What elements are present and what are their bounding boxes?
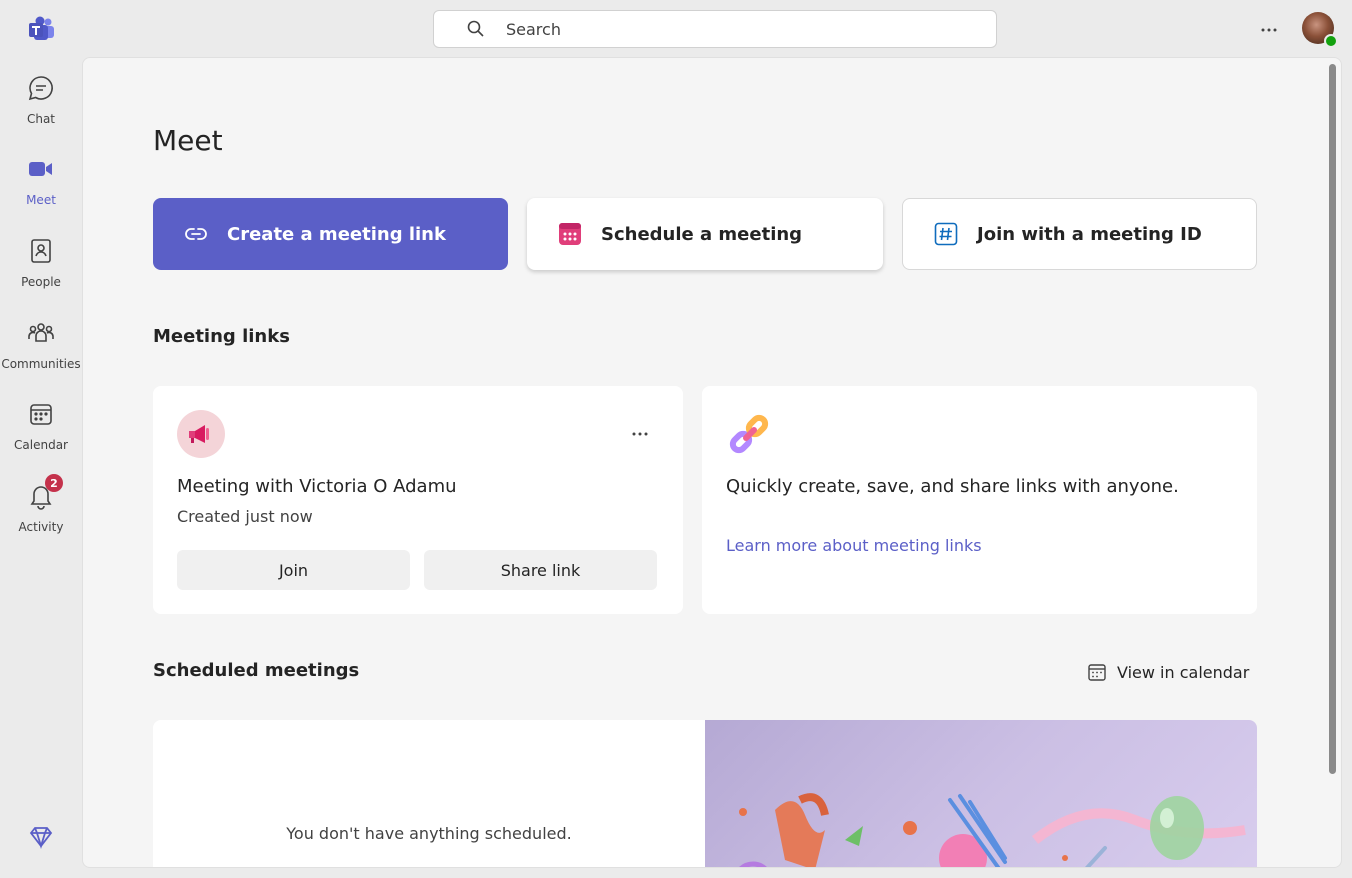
meeting-link-card[interactable]: Meeting with Victoria O Adamu Created ju… bbox=[153, 386, 683, 614]
meeting-links-info-text: Quickly create, save, and share links wi… bbox=[726, 476, 1179, 497]
page-title: Meet bbox=[153, 124, 223, 157]
meeting-created-time: Created just now bbox=[177, 507, 313, 526]
search-icon bbox=[466, 19, 486, 39]
more-options-icon[interactable] bbox=[1256, 18, 1282, 42]
rail-item-label: Activity bbox=[18, 520, 64, 534]
view-in-calendar-button[interactable]: View in calendar bbox=[1087, 660, 1249, 684]
schedule-meeting-label: Schedule a meeting bbox=[601, 223, 803, 245]
learn-more-link[interactable]: Learn more about meeting links bbox=[726, 536, 982, 555]
hashtag-icon bbox=[933, 221, 959, 247]
people-icon bbox=[27, 237, 55, 265]
scheduled-meetings-heading: Scheduled meetings bbox=[153, 660, 360, 681]
rail-item-label: Meet bbox=[26, 193, 56, 207]
no-scheduled-meetings-text: You don't have anything scheduled. bbox=[286, 824, 572, 843]
meeting-links-heading: Meeting links bbox=[153, 326, 290, 347]
meeting-links-info-card: Quickly create, save, and share links wi… bbox=[702, 386, 1257, 614]
calendar-icon bbox=[1087, 662, 1107, 682]
rail-item-label: Communities bbox=[1, 357, 81, 371]
teams-logo-icon[interactable] bbox=[26, 14, 56, 44]
view-in-calendar-label: View in calendar bbox=[1117, 662, 1250, 682]
video-camera-icon bbox=[27, 155, 55, 183]
megaphone-icon bbox=[177, 410, 225, 458]
scrollbar-thumb[interactable] bbox=[1329, 64, 1336, 774]
calendar-icon bbox=[557, 221, 583, 247]
create-meeting-link-button[interactable]: Create a meeting link bbox=[153, 198, 508, 270]
diamond-icon[interactable] bbox=[28, 824, 54, 850]
rail-item-chat[interactable]: Chat bbox=[0, 70, 82, 140]
schedule-meeting-button[interactable]: Schedule a meeting bbox=[527, 198, 883, 270]
join-with-meeting-id-button[interactable]: Join with a meeting ID bbox=[902, 198, 1257, 270]
rail-item-communities[interactable]: Communities bbox=[0, 315, 82, 385]
search-input[interactable]: Search bbox=[506, 20, 561, 39]
activity-badge: 2 bbox=[45, 474, 63, 492]
create-meeting-link-label: Create a meeting link bbox=[227, 223, 446, 245]
presence-available-icon bbox=[1324, 34, 1338, 48]
join-with-meeting-id-label: Join with a meeting ID bbox=[977, 223, 1202, 245]
chat-icon bbox=[27, 74, 55, 102]
share-link-button[interactable]: Share link bbox=[424, 550, 657, 590]
rail-item-people[interactable]: People bbox=[0, 233, 82, 303]
search-box[interactable]: Search bbox=[433, 10, 997, 48]
user-avatar[interactable] bbox=[1302, 12, 1338, 48]
calendar-icon bbox=[27, 400, 55, 428]
rail-item-label: Chat bbox=[26, 112, 56, 126]
left-rail: Chat Meet People Communities Calendar 2 … bbox=[0, 0, 82, 878]
more-options-icon[interactable] bbox=[629, 426, 651, 442]
main-panel: Meet Create a meeting link Schedule a me… bbox=[82, 57, 1342, 868]
link-icon bbox=[183, 221, 209, 247]
scheduled-meetings-panel: You don't have anything scheduled. bbox=[153, 720, 1257, 867]
rail-item-label: People bbox=[21, 275, 61, 289]
rail-item-calendar[interactable]: Calendar bbox=[0, 396, 82, 466]
communities-icon bbox=[27, 319, 55, 347]
chain-link-icon bbox=[726, 412, 774, 460]
join-button[interactable]: Join bbox=[177, 550, 410, 590]
celebration-illustration bbox=[705, 720, 1257, 867]
rail-item-label: Calendar bbox=[14, 438, 68, 452]
rail-item-activity[interactable]: 2 Activity bbox=[0, 474, 82, 548]
meeting-title: Meeting with Victoria O Adamu bbox=[177, 476, 457, 497]
rail-item-meet[interactable]: Meet bbox=[0, 151, 82, 221]
bell-icon: 2 bbox=[27, 474, 63, 510]
